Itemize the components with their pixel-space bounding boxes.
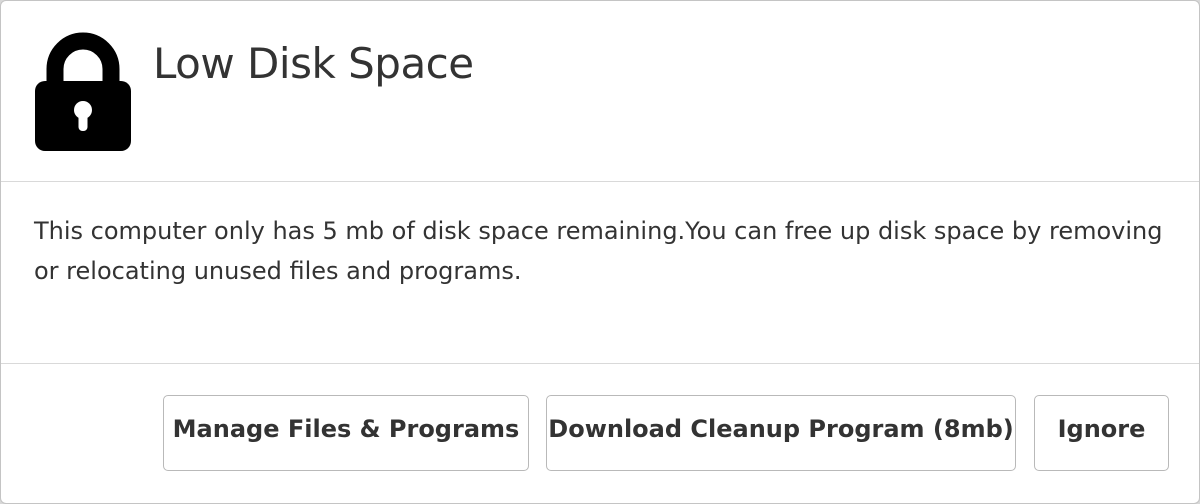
dialog-header: Low Disk Space <box>1 1 1199 181</box>
header-divider <box>1 181 1199 182</box>
low-disk-space-dialog: Low Disk Space This computer only has 5 … <box>0 0 1200 504</box>
dialog-message: This computer only has 5 mb of disk spac… <box>34 217 1163 285</box>
footer-divider <box>1 363 1199 364</box>
ignore-button[interactable]: Ignore <box>1034 395 1169 471</box>
dialog-title: Low Disk Space <box>153 39 474 88</box>
download-cleanup-button[interactable]: Download Cleanup Program (8mb) <box>546 395 1016 471</box>
manage-files-button[interactable]: Manage Files & Programs <box>163 395 529 471</box>
lock-icon <box>35 32 131 151</box>
